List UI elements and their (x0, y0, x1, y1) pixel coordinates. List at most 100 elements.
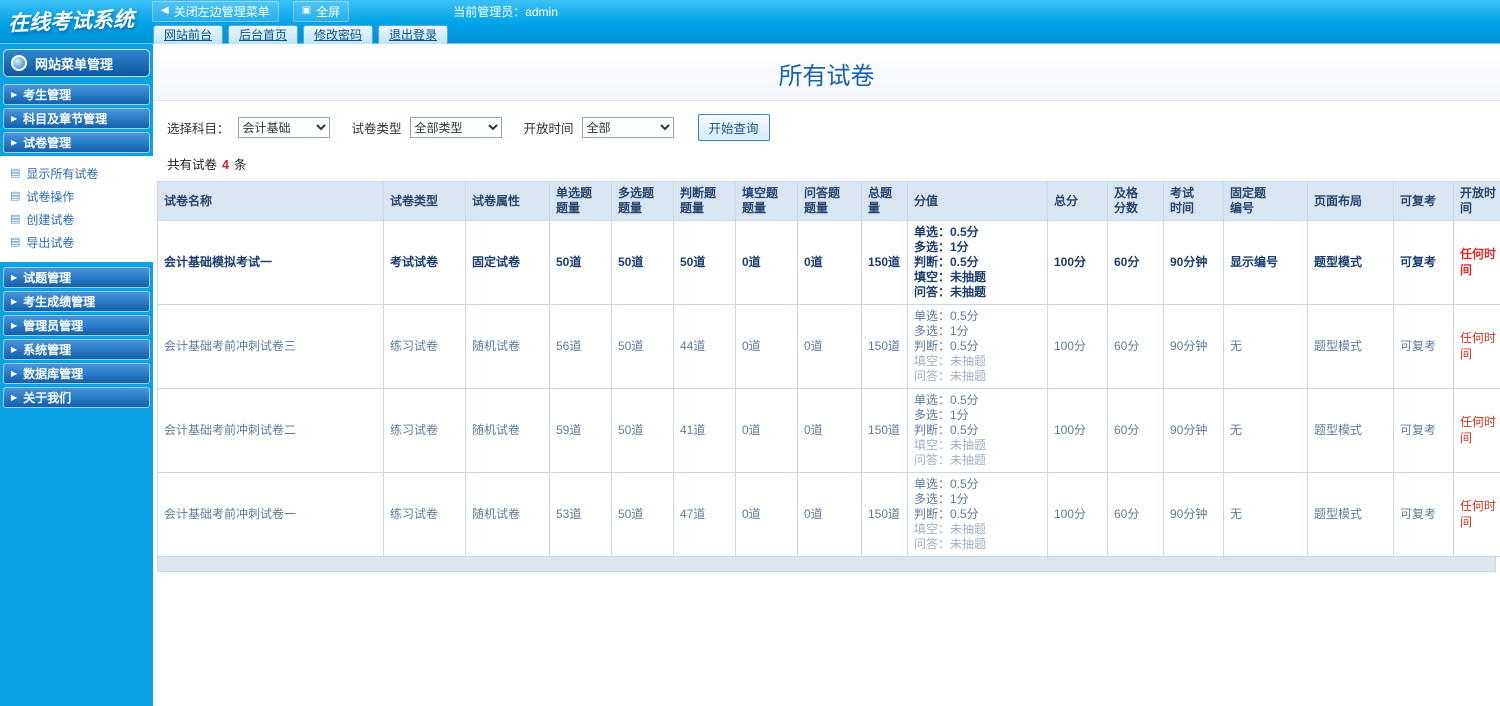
filter-bar: 选择科目： 会计基础 试卷类型 全部类型 开放时间 全部 开始查询 (153, 101, 1500, 146)
cell-type: 考试试卷 (383, 220, 466, 305)
menu-arrow-icon: ▶ (11, 137, 18, 147)
score-detail-muted: 填空：未抽题 问答：未抽题 (914, 522, 987, 551)
header-blank: 填空题 题量 (735, 181, 798, 221)
header-pass_score: 及格 分数 (1107, 181, 1164, 221)
paper-table-body: 会计基础模拟考试一 考试试卷 固定试卷 50道 50道 50道 0道 0道 150道 单选：0.5… (157, 220, 1500, 557)
sidebar-item-label: 数据库管理 (23, 367, 84, 381)
cell-layout: 题型模式 (1307, 472, 1394, 557)
close-left-menu-button[interactable]: ◀ 关闭左边管理菜单 (152, 0, 279, 22)
header-attribute: 试卷属性 (465, 181, 550, 221)
submenu-item-export-paper[interactable]: ▤ 导出试卷 (0, 231, 153, 254)
menu-arrow-icon: ▶ (11, 344, 18, 354)
menu-arrow-icon: ▶ (11, 320, 18, 330)
sidebar-item-database[interactable]: ▶ 数据库管理 (3, 363, 150, 384)
summary-prefix: 共有试卷 (167, 158, 218, 172)
cell-total_q: 150道 (861, 472, 908, 557)
menu-arrow-icon: ▶ (11, 89, 18, 99)
submenu-item-label: 试卷操作 (26, 190, 75, 204)
tab-logout[interactable]: 退出登录 (378, 25, 449, 44)
sidebar-item-label: 试卷管理 (23, 136, 72, 150)
sidebar: 网站菜单管理 ▶ 考生管理 ▶ 科目及章节管理 ▶ 试卷管理 ▤ 显示所有试卷 … (0, 44, 153, 706)
cell-total_score: 100分 (1047, 472, 1108, 557)
cell-total_score: 100分 (1047, 388, 1108, 473)
cell-blank: 0道 (735, 388, 798, 473)
summary-line: 共有试卷 4 条 (153, 146, 1500, 181)
cell-attribute: 随机试卷 (465, 388, 550, 473)
header-type: 试卷类型 (383, 181, 466, 221)
cell-single: 53道 (549, 472, 612, 557)
submenu-item-show-all-papers[interactable]: ▤ 显示所有试卷 (0, 162, 153, 185)
cell-score: 单选：0.5分 多选：1分 判断：0.5分 填空：未抽题 问答：未抽题 (907, 304, 1048, 389)
header-judge: 判断题 题量 (673, 181, 736, 221)
menu-arrow-icon: ▶ (11, 272, 18, 282)
sidebar-title: 网站菜单管理 (3, 49, 150, 77)
header-name: 试卷名称 (157, 181, 384, 221)
cell-total_score: 100分 (1047, 304, 1108, 389)
sidebar-item-scores[interactable]: ▶ 考生成绩管理 (3, 291, 150, 312)
tab-change-password[interactable]: 修改密码 (303, 25, 374, 44)
sidebar-item-system[interactable]: ▶ 系统管理 (3, 339, 150, 360)
cell-attribute: 固定试卷 (465, 220, 550, 305)
open-time-select[interactable]: 全部 (581, 117, 674, 138)
cell-name: 会计基础模拟考试一 (157, 220, 384, 305)
cell-qa: 0道 (797, 220, 862, 305)
submenu-item-label: 显示所有试卷 (26, 167, 99, 181)
papers-table-wrap: 试卷名称 试卷类型 试卷属性 单选题 题量 多选题 题量 判断题 题量 填空题 题量 问答题 … (157, 181, 1500, 557)
sidebar-item-questions[interactable]: ▶ 试题管理 (3, 267, 150, 288)
cell-judge: 50道 (673, 220, 736, 305)
cell-judge: 44道 (673, 304, 736, 389)
open-time-filter-label: 开放时间 (523, 122, 574, 136)
tab-site-frontend[interactable]: 网站前台 (153, 25, 224, 44)
sidebar-item-subjects-chapters[interactable]: ▶ 科目及章节管理 (3, 108, 150, 129)
header-total_q: 总题量 (861, 181, 908, 221)
cell-pass_score: 60分 (1107, 388, 1164, 473)
cell-duration: 90分钟 (1163, 388, 1224, 473)
collapse-left-icon: ◀ (161, 5, 169, 16)
fullscreen-icon: ▣ (301, 5, 312, 16)
tab-admin-home[interactable]: 后台首页 (228, 25, 299, 44)
cell-qa: 0道 (797, 472, 862, 557)
search-button[interactable]: 开始查询 (697, 114, 770, 141)
submenu-item-label: 创建试卷 (26, 213, 75, 227)
sidebar-item-label: 管理员管理 (23, 319, 84, 333)
score-detail: 单选：0.5分 多选：1分 判断：0.5分 (914, 477, 979, 521)
submenu-item-paper-operations[interactable]: ▤ 试卷操作 (0, 185, 153, 208)
cell-duration: 90分钟 (1163, 472, 1224, 557)
cell-attribute: 随机试卷 (465, 472, 550, 557)
sidebar-item-papers[interactable]: ▶ 试卷管理 (3, 132, 150, 153)
fullscreen-button[interactable]: ▣ 全屏 (292, 0, 350, 22)
paper-type-filter-label: 试卷类型 (351, 122, 402, 136)
sidebar-item-label: 关于我们 (23, 391, 72, 405)
submenu-item-label: 导出试卷 (26, 236, 75, 250)
fullscreen-label: 全屏 (316, 4, 341, 19)
submenu-item-create-paper[interactable]: ▤ 创建试卷 (0, 208, 153, 231)
cell-score: 单选：0.5分 多选：1分 判断：0.5分 填空：未抽题 问答：未抽题 (907, 388, 1048, 473)
menu-arrow-icon: ▶ (11, 368, 18, 378)
header-total_score: 总分 (1047, 181, 1108, 221)
sidebar-item-about[interactable]: ▶ 关于我们 (3, 387, 150, 408)
menu-arrow-icon: ▶ (11, 296, 18, 306)
header-fixed_no: 固定题 编号 (1223, 181, 1308, 221)
table-row: 会计基础考前冲刺试卷一 练习试卷 随机试卷 53道 50道 47道 0道 0道 150道 单选：0… (157, 472, 1500, 557)
cell-total_q: 150道 (861, 304, 908, 389)
subject-select[interactable]: 会计基础 (237, 117, 330, 138)
cell-attribute: 随机试卷 (465, 304, 550, 389)
table-row: 会计基础模拟考试一 考试试卷 固定试卷 50道 50道 50道 0道 0道 150道 单选：0.5… (157, 220, 1500, 305)
paper-type-select[interactable]: 全部类型 (409, 117, 502, 138)
header-multi: 多选题 题量 (611, 181, 674, 221)
sidebar-item-admins[interactable]: ▶ 管理员管理 (3, 315, 150, 336)
cell-open_time: 任何时间 (1453, 472, 1500, 557)
cell-multi: 50道 (611, 220, 674, 305)
sidebar-item-examinees[interactable]: ▶ 考生管理 (3, 84, 150, 105)
cell-qa: 0道 (797, 304, 862, 389)
table-footer-bar (157, 557, 1496, 572)
sidebar-item-label: 试题管理 (23, 271, 72, 285)
score-detail: 单选：0.5分 多选：1分 判断：0.5分 (914, 309, 979, 353)
summary-suffix: 条 (233, 158, 247, 172)
cell-name: 会计基础考前冲刺试卷三 (157, 304, 384, 389)
menu-arrow-icon: ▶ (11, 392, 18, 402)
cell-multi: 50道 (611, 388, 674, 473)
sidebar-item-label: 考生管理 (23, 88, 72, 102)
cell-name: 会计基础考前冲刺试卷二 (157, 388, 384, 473)
close-left-menu-label: 关闭左边管理菜单 (173, 4, 270, 19)
